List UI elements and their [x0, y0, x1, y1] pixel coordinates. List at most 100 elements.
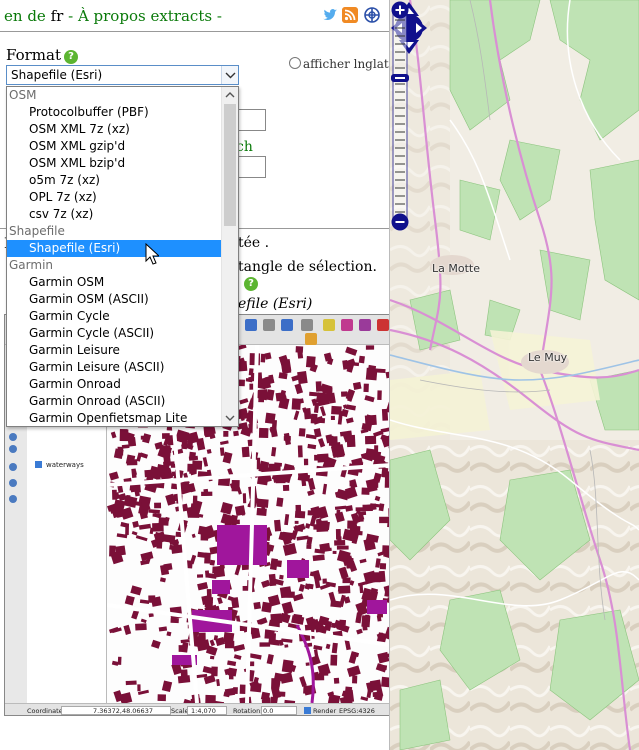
building-shape — [276, 497, 284, 507]
globe-icon[interactable] — [364, 7, 380, 23]
building-shape — [137, 684, 141, 692]
layer-row: waterways — [35, 461, 84, 469]
chevron-down-icon[interactable] — [221, 66, 238, 84]
building-shape — [125, 523, 129, 535]
building-shape — [197, 574, 204, 578]
about-link[interactable]: À propos extracts — [78, 7, 212, 25]
toolbar-icon — [305, 333, 317, 345]
lnglat-radio[interactable] — [289, 57, 301, 69]
building-shape — [189, 508, 200, 518]
status-render-checkbox — [304, 707, 311, 714]
dropdown-option[interactable]: Garmin Cycle — [7, 308, 222, 325]
lang-link-en[interactable]: en — [4, 7, 23, 25]
dropdown-option[interactable]: Garmin Onroad (ASCII) — [7, 393, 222, 410]
building-shape — [264, 412, 276, 425]
building-shape — [258, 427, 269, 438]
dropdown-option[interactable]: Garmin OSM (ASCII) — [7, 291, 222, 308]
lnglat-option[interactable]: afficher lnglat — [289, 57, 389, 71]
twitter-icon[interactable] — [322, 7, 338, 23]
building-shape — [305, 356, 316, 368]
map-view[interactable]: La Motte Le Muy — [390, 0, 639, 750]
dropdown-option[interactable]: Shapefile (Esri) — [7, 240, 222, 257]
building-shape — [250, 682, 262, 693]
building-shape — [365, 367, 378, 381]
building-shape — [330, 654, 338, 666]
status-coordinate-value: 7.36372,48.06637 — [93, 707, 153, 715]
dropdown-option[interactable]: Garmin OSM — [7, 274, 222, 291]
building-shape — [381, 676, 389, 688]
building-shape — [379, 516, 389, 524]
building-shape — [374, 445, 379, 457]
toolbar-icon — [281, 319, 293, 331]
help-icon[interactable]: ? — [244, 277, 258, 291]
toolbar-icon — [301, 319, 313, 331]
map-canvas[interactable] — [390, 0, 639, 750]
building-shape — [127, 436, 137, 447]
building-shape — [234, 505, 246, 516]
lang-link-de[interactable]: de — [27, 7, 45, 25]
dropdown-scrollbar[interactable] — [221, 87, 238, 426]
zoom-control[interactable] — [390, 0, 410, 232]
building-shape — [297, 371, 308, 385]
building-shape — [200, 530, 209, 541]
building-shape — [352, 381, 362, 390]
language-links: en de fr - À propos extracts - — [4, 7, 222, 25]
building-shape — [352, 675, 358, 684]
building-shape — [278, 372, 288, 380]
building-shape — [277, 691, 286, 697]
rss-icon[interactable] — [342, 7, 358, 23]
format-dropdown-list[interactable]: OSM Protocolbuffer (PBF) OSM XML 7z (xz) OS… — [6, 86, 239, 427]
building-shape — [280, 358, 292, 373]
dropdown-option[interactable]: o5m 7z (xz) — [7, 172, 222, 189]
scroll-thumb[interactable] — [224, 104, 236, 226]
dropdown-option[interactable]: OSM XML bzip'd — [7, 155, 222, 172]
building-shape — [292, 613, 303, 624]
building-shape — [148, 612, 154, 618]
building-shape — [378, 570, 386, 583]
format-select[interactable]: Shapefile (Esri) — [6, 65, 239, 85]
format-label-text: Format — [6, 46, 61, 64]
help-icon[interactable]: ? — [63, 50, 78, 64]
building-shape — [282, 613, 288, 617]
building-shape — [303, 458, 309, 466]
building-shape — [355, 507, 365, 512]
format-select-value: Shapefile (Esri) — [11, 68, 103, 82]
building-shape — [109, 545, 116, 557]
building-shape — [241, 446, 250, 458]
cursor-icon — [145, 243, 159, 265]
status-coordinate-label: Coordinate: — [27, 707, 65, 715]
building-shape — [154, 502, 162, 509]
dropdown-group-label: OSM — [9, 88, 37, 102]
building-shape — [377, 451, 382, 457]
dropdown-option[interactable]: Garmin Leisure (ASCII) — [7, 359, 222, 376]
dropdown-option[interactable]: csv 7z (xz) — [7, 206, 222, 223]
dropdown-option[interactable]: Garmin Openfietsmap Lite — [7, 410, 222, 426]
dropdown-option[interactable]: Garmin Cycle (ASCII) — [7, 325, 222, 342]
building-shape — [177, 675, 191, 684]
building-shape — [264, 352, 272, 360]
status-rotation-value: 0.0 — [263, 707, 274, 715]
building-shape — [310, 413, 318, 424]
dropdown-option[interactable]: Garmin Leisure — [7, 342, 222, 359]
scroll-down-icon[interactable] — [222, 410, 238, 426]
building-shape — [361, 621, 368, 631]
building-shape — [256, 498, 269, 508]
building-shape — [242, 493, 247, 504]
building-shape — [342, 577, 351, 584]
qgis-statusbar: Coordinate: 7.36372,48.06637 Scale 1:4,0… — [5, 703, 389, 715]
building-shape — [313, 524, 319, 530]
dropdown-option[interactable]: OPL 7z (xz) — [7, 189, 222, 206]
building-shape — [301, 479, 307, 487]
dropdown-option[interactable]: OSM XML gzip'd — [7, 138, 222, 155]
dropdown-option[interactable]: Protocolbuffer (PBF) — [7, 104, 222, 121]
building-shape — [135, 623, 147, 631]
scroll-up-icon[interactable] — [222, 87, 238, 103]
toolbar-icon — [245, 319, 257, 331]
building-shape — [112, 489, 117, 500]
building-shape — [370, 572, 381, 583]
toolbar-icon — [359, 319, 371, 331]
dropdown-option[interactable]: Garmin Onroad — [7, 376, 222, 393]
lang-current-fr: fr — [50, 7, 64, 25]
dropdown-option[interactable]: OSM XML 7z (xz) — [7, 121, 222, 138]
building-shape — [161, 445, 172, 454]
